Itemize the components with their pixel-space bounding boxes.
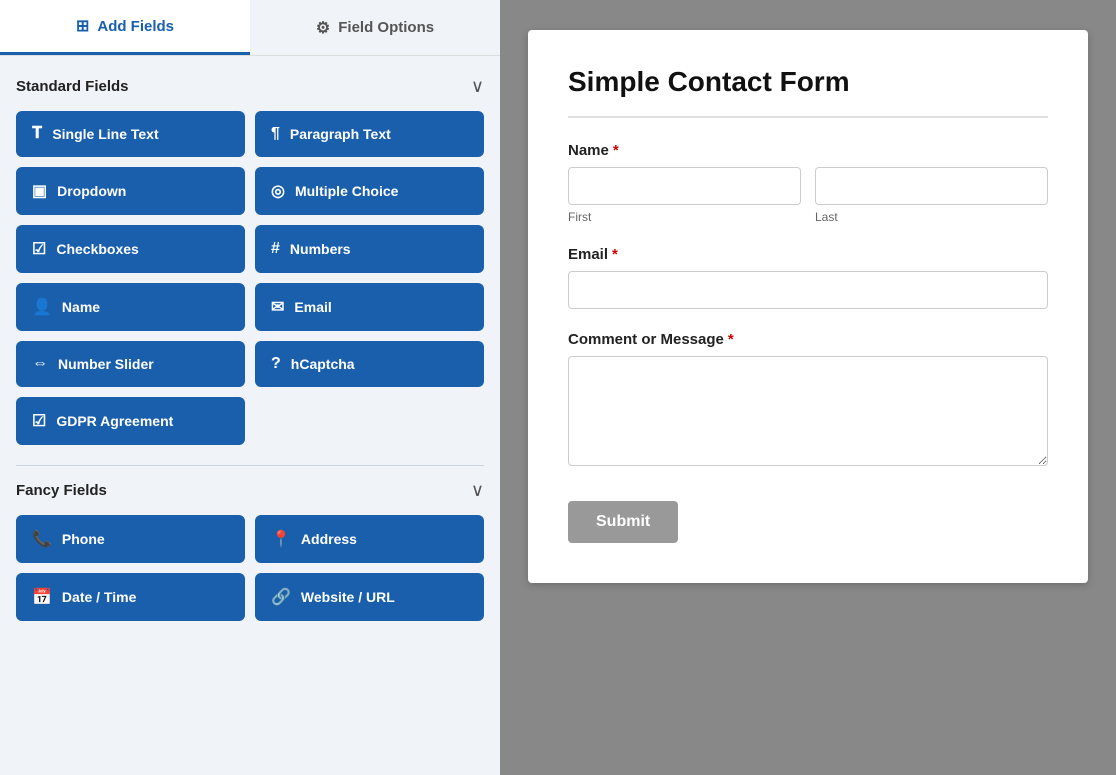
- last-name-label: Last: [815, 210, 1048, 224]
- field-btn-single-line-text-label: Single Line Text: [52, 126, 158, 142]
- gdpr-icon: ☑: [32, 411, 46, 431]
- number-slider-icon: ⇔: [32, 355, 48, 373]
- field-btn-dropdown-label: Dropdown: [57, 183, 126, 199]
- message-textarea[interactable]: [568, 356, 1048, 466]
- field-btn-numbers[interactable]: # Numbers: [255, 225, 484, 273]
- field-btn-email-label: Email: [294, 299, 331, 315]
- email-required-star: *: [612, 246, 618, 263]
- field-btn-number-slider-label: Number Slider: [58, 356, 154, 372]
- first-name-input[interactable]: [568, 167, 801, 205]
- field-btn-dropdown[interactable]: ▣ Dropdown: [16, 167, 245, 215]
- numbers-icon: #: [271, 240, 280, 258]
- field-btn-phone[interactable]: 📞 Phone: [16, 515, 245, 563]
- field-btn-website-url[interactable]: 🔗 Website / URL: [255, 573, 484, 621]
- tab-add-fields-label: Add Fields: [97, 18, 174, 35]
- submit-button[interactable]: Submit: [568, 501, 678, 543]
- last-name-wrap: Last: [815, 167, 1048, 224]
- fancy-fields-grid: 📞 Phone 📍 Address 📅 Date / Time 🔗 Websit…: [16, 515, 484, 621]
- fancy-fields-header: Fancy Fields ∨: [16, 480, 484, 501]
- phone-icon: 📞: [32, 529, 52, 549]
- fancy-fields-chevron[interactable]: ∨: [471, 480, 484, 501]
- name-field-label: Name *: [568, 142, 1048, 159]
- field-btn-paragraph-text[interactable]: ¶ Paragraph Text: [255, 111, 484, 157]
- multiple-choice-icon: ◎: [271, 181, 285, 201]
- form-title: Simple Contact Form: [568, 66, 1048, 98]
- field-btn-checkboxes[interactable]: ☑ Checkboxes: [16, 225, 245, 273]
- field-btn-address[interactable]: 📍 Address: [255, 515, 484, 563]
- tabs-header: ⊞ Add Fields ⚙ Field Options: [0, 0, 500, 56]
- add-fields-icon: ⊞: [76, 16, 89, 36]
- message-field-label: Comment or Message *: [568, 331, 1048, 348]
- field-btn-number-slider[interactable]: ⇔ Number Slider: [16, 341, 245, 387]
- single-line-text-icon: 𝐓: [32, 125, 42, 143]
- dropdown-icon: ▣: [32, 181, 47, 201]
- field-btn-multiple-choice-label: Multiple Choice: [295, 183, 398, 199]
- tab-add-fields[interactable]: ⊞ Add Fields: [0, 0, 250, 55]
- left-content: Standard Fields ∨ 𝐓 Single Line Text ¶ P…: [0, 56, 500, 775]
- field-btn-phone-label: Phone: [62, 531, 105, 547]
- section-divider: [16, 465, 484, 466]
- email-input[interactable]: [568, 271, 1048, 309]
- name-inputs: First Last: [568, 167, 1048, 224]
- first-name-wrap: First: [568, 167, 801, 224]
- field-btn-website-url-label: Website / URL: [301, 589, 395, 605]
- email-field-label: Email *: [568, 246, 1048, 263]
- field-btn-email[interactable]: ✉ Email: [255, 283, 484, 331]
- website-url-icon: 🔗: [271, 587, 291, 607]
- field-btn-single-line-text[interactable]: 𝐓 Single Line Text: [16, 111, 245, 157]
- standard-fields-grid: 𝐓 Single Line Text ¶ Paragraph Text ▣ Dr…: [16, 111, 484, 445]
- form-container: Simple Contact Form Name * First Last: [528, 30, 1088, 583]
- message-required-star: *: [728, 331, 734, 348]
- checkboxes-icon: ☑: [32, 239, 46, 259]
- hcaptcha-icon: ?: [271, 355, 281, 373]
- field-btn-address-label: Address: [301, 531, 357, 547]
- standard-fields-chevron[interactable]: ∨: [471, 76, 484, 97]
- first-name-label: First: [568, 210, 801, 224]
- field-btn-name[interactable]: 👤 Name: [16, 283, 245, 331]
- paragraph-text-icon: ¶: [271, 125, 280, 143]
- form-field-name: Name * First Last: [568, 142, 1048, 224]
- right-panel: Simple Contact Form Name * First Last: [500, 0, 1116, 775]
- field-btn-hcaptcha[interactable]: ? hCaptcha: [255, 341, 484, 387]
- address-icon: 📍: [271, 529, 291, 549]
- left-panel: ⊞ Add Fields ⚙ Field Options Standard Fi…: [0, 0, 500, 775]
- field-btn-datetime-label: Date / Time: [62, 589, 136, 605]
- standard-fields-header: Standard Fields ∨: [16, 76, 484, 97]
- tab-field-options[interactable]: ⚙ Field Options: [250, 0, 500, 55]
- name-icon: 👤: [32, 297, 52, 317]
- email-icon: ✉: [271, 297, 284, 317]
- form-field-message: Comment or Message *: [568, 331, 1048, 471]
- field-btn-gdpr-label: GDPR Agreement: [56, 413, 173, 429]
- field-btn-name-label: Name: [62, 299, 100, 315]
- standard-fields-title: Standard Fields: [16, 78, 129, 95]
- last-name-input[interactable]: [815, 167, 1048, 205]
- field-btn-hcaptcha-label: hCaptcha: [291, 356, 355, 372]
- datetime-icon: 📅: [32, 587, 52, 607]
- field-options-icon: ⚙: [316, 18, 330, 38]
- field-btn-multiple-choice[interactable]: ◎ Multiple Choice: [255, 167, 484, 215]
- name-required-star: *: [613, 142, 619, 159]
- form-field-email: Email *: [568, 246, 1048, 309]
- fancy-fields-title: Fancy Fields: [16, 482, 107, 499]
- field-btn-numbers-label: Numbers: [290, 241, 351, 257]
- field-btn-checkboxes-label: Checkboxes: [56, 241, 138, 257]
- field-btn-datetime[interactable]: 📅 Date / Time: [16, 573, 245, 621]
- field-btn-paragraph-text-label: Paragraph Text: [290, 126, 391, 142]
- tab-field-options-label: Field Options: [338, 19, 434, 36]
- form-divider: [568, 116, 1048, 118]
- field-btn-gdpr[interactable]: ☑ GDPR Agreement: [16, 397, 245, 445]
